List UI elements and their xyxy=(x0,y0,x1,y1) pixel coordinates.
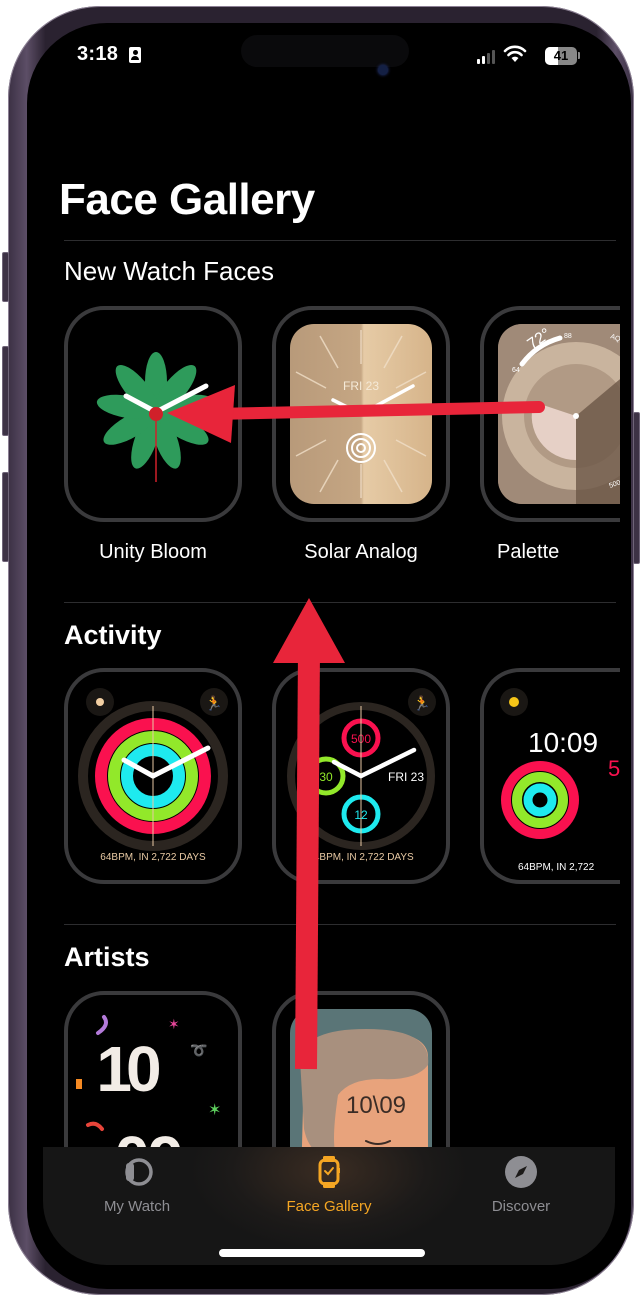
sun-icon xyxy=(509,697,519,707)
activity-infograph-face: 🏃 500 30 12 FRI 23 64BPM, IN 2,722 DAYS xyxy=(287,688,436,863)
phone-frame: 3:18 41 Face Gallery New Watch Faces Uni… xyxy=(2,6,640,1295)
page-title: Face Gallery xyxy=(59,175,315,224)
battery-icon: 41 xyxy=(545,47,577,65)
activity-footer: 64BPM, IN 2,722 DAYS xyxy=(100,852,206,863)
solar-date: FRI 23 xyxy=(343,379,379,393)
face-card-activity-infograph[interactable]: 🏃 500 30 12 FRI 23 64BPM, IN 2,722 DAYS xyxy=(272,668,450,884)
runner-icon: 🏃 xyxy=(413,695,430,711)
action-button xyxy=(2,252,9,302)
volume-down-button xyxy=(2,472,9,562)
unity-bloom-face xyxy=(96,352,216,482)
svg-text:5: 5 xyxy=(608,756,620,781)
volume-up-button xyxy=(2,346,9,436)
svg-text:64BPM, IN 2,722 DAYS: 64BPM, IN 2,722 DAYS xyxy=(308,852,414,863)
face-card-activity-digital[interactable]: 10:09 5 64BPM, IN 2,722 xyxy=(480,668,620,884)
digital-time: 10:09 xyxy=(528,727,598,758)
tab-bar: My Watch Face Gallery Discover xyxy=(43,1147,615,1265)
section-title-new-watch-faces[interactable]: New Watch Faces xyxy=(64,256,274,287)
title-divider xyxy=(64,240,616,241)
contact-card-icon xyxy=(129,47,141,63)
palette-face: 72° 64 88 AQI 500 xyxy=(498,324,620,504)
artist-time: 10\09 xyxy=(346,1092,406,1119)
screen: 3:18 41 Face Gallery New Watch Faces Uni… xyxy=(27,23,631,1289)
playtime-hours: 10 xyxy=(96,1033,159,1105)
compass-icon xyxy=(505,1156,537,1188)
section-divider xyxy=(64,602,616,603)
face-card-solar-analog[interactable]: FRI 23 xyxy=(272,306,450,522)
svg-text:➰: ➰ xyxy=(190,1042,207,1058)
activity-rings-complication xyxy=(346,433,376,463)
section-title-artists[interactable]: Artists xyxy=(64,942,150,973)
activity-analog-face: 🏃 64BPM, IN 2,722 DAYS xyxy=(78,688,228,863)
exercise-value: 30 xyxy=(319,770,333,784)
section-divider xyxy=(64,924,616,925)
home-indicator[interactable] xyxy=(219,1249,425,1257)
runner-icon: 🏃 xyxy=(205,695,222,711)
svg-text:64BPM, IN 2,722: 64BPM, IN 2,722 xyxy=(518,862,595,873)
face-card-activity-analog[interactable]: 🏃 64BPM, IN 2,722 DAYS xyxy=(64,668,242,884)
tab-label: My Watch xyxy=(103,1198,171,1215)
tab-discover[interactable]: Discover xyxy=(441,1155,601,1215)
face-card-unity-bloom[interactable] xyxy=(64,306,242,522)
svg-text:✶: ✶ xyxy=(208,1102,221,1119)
battery-level: 41 xyxy=(553,48,569,63)
svg-text:✶: ✶ xyxy=(168,1016,180,1032)
front-camera xyxy=(378,65,388,75)
dynamic-island xyxy=(241,35,409,67)
solar-analog-face: FRI 23 xyxy=(290,324,432,504)
battery-cap xyxy=(578,52,580,59)
cellular-signal-icon xyxy=(477,50,495,64)
svg-text:88: 88 xyxy=(564,333,572,340)
face-card-palette[interactable]: 72° 64 88 AQI 500 xyxy=(480,306,620,522)
face-label-solar-analog[interactable]: Solar Analog xyxy=(266,541,456,564)
tab-my-watch[interactable]: My Watch xyxy=(57,1155,217,1215)
face-label-palette[interactable]: Palette xyxy=(497,541,617,564)
sun-icon xyxy=(96,698,104,706)
tab-label: Face Gallery xyxy=(286,1198,372,1215)
activity-digital-face: 10:09 5 64BPM, IN 2,722 xyxy=(500,688,620,873)
svg-text:64: 64 xyxy=(512,367,520,374)
watch-side-icon xyxy=(125,1158,153,1186)
section-title-activity[interactable]: Activity xyxy=(64,620,162,651)
face-label-unity-bloom[interactable]: Unity Bloom xyxy=(58,541,248,564)
status-time: 3:18 xyxy=(77,43,119,65)
wifi-icon xyxy=(503,45,527,62)
infograph-date: FRI 23 xyxy=(388,770,424,784)
side-button xyxy=(633,412,640,564)
watch-face-icon xyxy=(318,1156,340,1188)
tab-label: Discover xyxy=(491,1198,551,1215)
tab-face-gallery[interactable]: Face Gallery xyxy=(249,1155,409,1215)
